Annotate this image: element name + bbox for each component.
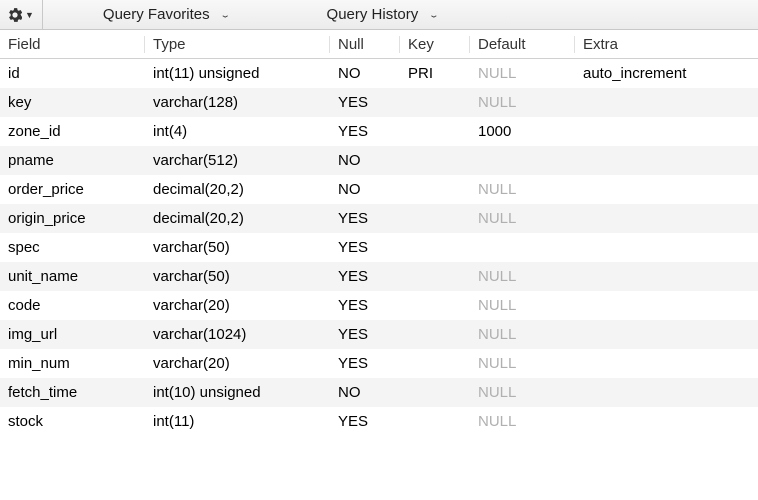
cell-null: YES <box>330 268 400 285</box>
table-row[interactable]: codevarchar(20)YES NULL <box>0 291 758 320</box>
cell-default: NULL <box>470 94 575 111</box>
cell-field: order_price <box>0 181 145 198</box>
cell-type: int(11) <box>145 413 330 430</box>
cell-type: varchar(1024) <box>145 326 330 343</box>
cell-field: unit_name <box>0 268 145 285</box>
cell-key: PRI <box>400 65 470 82</box>
cell-field: code <box>0 297 145 314</box>
table-row[interactable]: fetch_timeint(10) unsignedNO NULL <box>0 378 758 407</box>
cell-null: YES <box>330 123 400 140</box>
header-default[interactable]: Default <box>470 36 575 53</box>
header-field[interactable]: Field <box>0 36 145 53</box>
cell-null: YES <box>330 94 400 111</box>
cell-type: varchar(512) <box>145 152 330 169</box>
cell-field: fetch_time <box>0 384 145 401</box>
table-row[interactable]: pnamevarchar(512)NO <box>0 146 758 175</box>
cell-field: img_url <box>0 326 145 343</box>
cell-default: NULL <box>470 326 575 343</box>
cell-field: id <box>0 65 145 82</box>
cell-type: decimal(20,2) <box>145 181 330 198</box>
cell-type: int(11) unsigned <box>145 65 330 82</box>
cell-type: varchar(50) <box>145 268 330 285</box>
cell-null: NO <box>330 384 400 401</box>
table-row[interactable]: zone_idint(4)YES 1000 <box>0 117 758 146</box>
query-history-menu[interactable]: Query History ⌄ <box>247 0 456 29</box>
query-history-label: Query History <box>327 6 419 23</box>
query-favorites-menu[interactable]: Query Favorites ⌄ <box>43 0 247 29</box>
table-row[interactable]: origin_pricedecimal(20,2)YES NULL <box>0 204 758 233</box>
settings-button[interactable]: ▼ <box>0 0 43 29</box>
cell-null: NO <box>330 181 400 198</box>
table-row[interactable]: specvarchar(50)YES <box>0 233 758 262</box>
cell-type: int(4) <box>145 123 330 140</box>
cell-default: NULL <box>470 210 575 227</box>
cell-null: NO <box>330 65 400 82</box>
cell-null: YES <box>330 355 400 372</box>
table-row[interactable]: min_numvarchar(20)YES NULL <box>0 349 758 378</box>
table-row[interactable]: img_urlvarchar(1024)YES NULL <box>0 320 758 349</box>
cell-extra: auto_increment <box>575 65 758 82</box>
chevron-down-icon: ⌄ <box>428 10 439 20</box>
table-row[interactable]: idint(11) unsignedNOPRINULLauto_incremen… <box>0 59 758 88</box>
cell-type: varchar(20) <box>145 355 330 372</box>
cell-field: origin_price <box>0 210 145 227</box>
cell-null: YES <box>330 239 400 256</box>
cell-default: NULL <box>470 181 575 198</box>
caret-down-icon: ▼ <box>25 10 34 20</box>
table-row[interactable]: stockint(11)YES NULL <box>0 407 758 436</box>
cell-field: key <box>0 94 145 111</box>
cell-type: varchar(50) <box>145 239 330 256</box>
toolbar: ▼ Query Favorites ⌄ Query History ⌄ <box>0 0 758 30</box>
cell-type: int(10) unsigned <box>145 384 330 401</box>
cell-type: varchar(20) <box>145 297 330 314</box>
header-key[interactable]: Key <box>400 36 470 53</box>
cell-default: NULL <box>470 65 575 82</box>
cell-default: NULL <box>470 268 575 285</box>
header-type[interactable]: Type <box>145 36 330 53</box>
cell-default: NULL <box>470 297 575 314</box>
cell-default: NULL <box>470 384 575 401</box>
header-extra[interactable]: Extra <box>575 36 758 53</box>
table-body: idint(11) unsignedNOPRINULLauto_incremen… <box>0 59 758 436</box>
cell-type: decimal(20,2) <box>145 210 330 227</box>
cell-field: spec <box>0 239 145 256</box>
cell-default: NULL <box>470 413 575 430</box>
cell-default: NULL <box>470 355 575 372</box>
cell-null: YES <box>330 210 400 227</box>
table-row[interactable]: keyvarchar(128)YES NULL <box>0 88 758 117</box>
cell-field: stock <box>0 413 145 430</box>
table-row[interactable]: unit_namevarchar(50)YES NULL <box>0 262 758 291</box>
cell-field: pname <box>0 152 145 169</box>
cell-null: NO <box>330 152 400 169</box>
cell-null: YES <box>330 297 400 314</box>
header-null[interactable]: Null <box>330 36 400 53</box>
cell-null: YES <box>330 326 400 343</box>
cell-field: zone_id <box>0 123 145 140</box>
cell-field: min_num <box>0 355 145 372</box>
table-row[interactable]: order_pricedecimal(20,2)NO NULL <box>0 175 758 204</box>
query-favorites-label: Query Favorites <box>103 6 210 23</box>
chevron-down-icon: ⌄ <box>220 10 231 20</box>
cell-default: 1000 <box>470 123 575 140</box>
gear-icon <box>8 8 22 22</box>
table-header-row: Field Type Null Key Default Extra <box>0 30 758 59</box>
cell-null: YES <box>330 413 400 430</box>
cell-type: varchar(128) <box>145 94 330 111</box>
structure-table: Field Type Null Key Default Extra idint(… <box>0 30 758 436</box>
